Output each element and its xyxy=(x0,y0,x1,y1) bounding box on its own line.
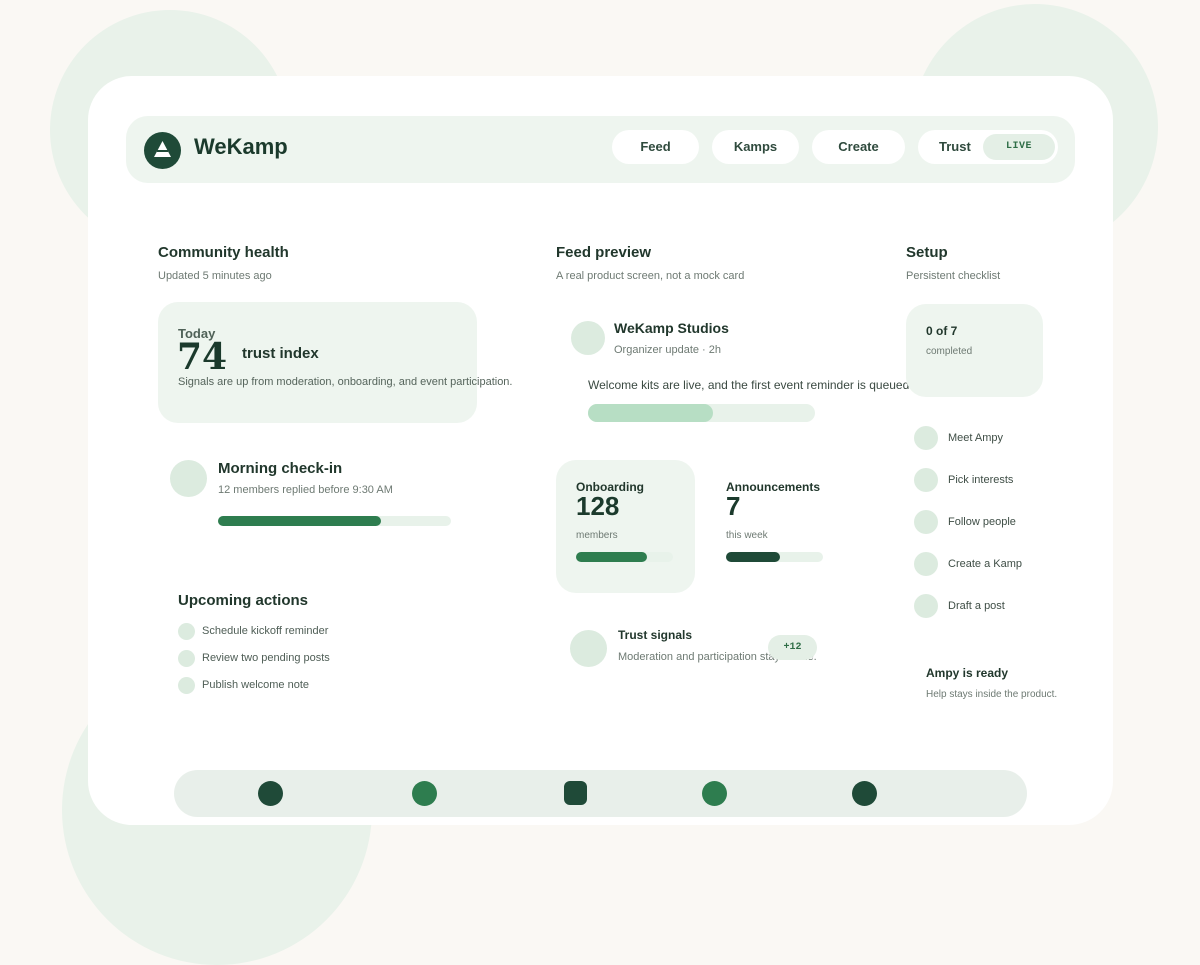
trust-signals-title: Trust signals xyxy=(618,628,693,642)
live-badge: LIVE xyxy=(983,134,1055,160)
top-navigation-bar: WeKamp Feed Kamps Create Trust LIVE xyxy=(126,116,1075,183)
setup-item-label: Draft a post xyxy=(948,600,1005,612)
trust-index-label: trust index xyxy=(242,345,319,362)
announcements-progress-fill xyxy=(726,552,781,562)
community-health-title: Community health xyxy=(158,244,289,261)
onboarding-stat-card: Onboarding 128 members xyxy=(556,460,695,593)
home-icon[interactable] xyxy=(258,781,283,806)
setup-checkbox[interactable] xyxy=(914,510,938,534)
brand-name: WeKamp xyxy=(194,134,288,159)
community-health-subtitle: Updated 5 minutes ago xyxy=(158,270,272,282)
nav-feed-button[interactable]: Feed xyxy=(612,130,699,164)
action-status-dot xyxy=(178,623,195,640)
trust-signals-avatar xyxy=(570,630,607,667)
setup-checkbox[interactable] xyxy=(914,468,938,492)
feed-preview-subtitle: A real product screen, not a mock card xyxy=(556,270,745,282)
trust-index-card: Today 74 trust index Signals are up from… xyxy=(158,302,513,423)
setup-checkbox[interactable] xyxy=(914,594,938,618)
onboarding-progress-fill xyxy=(576,552,647,562)
setup-item-pick-interests[interactable]: Pick interests xyxy=(914,468,1084,492)
setup-item-label: Create a Kamp xyxy=(948,558,1022,570)
setup-checkbox[interactable] xyxy=(914,552,938,576)
checkin-progress-fill xyxy=(218,516,382,526)
setup-checkbox[interactable] xyxy=(914,426,938,450)
nav-trust-label: Trust xyxy=(939,139,971,154)
trust-index-description: Signals are up from moderation, onboardi… xyxy=(178,376,513,388)
feed-preview-title: Feed preview xyxy=(556,244,652,261)
trust-signals-badge: +12 xyxy=(768,635,817,660)
action-status-dot xyxy=(178,677,195,694)
upcoming-actions-title: Upcoming actions xyxy=(178,592,309,609)
upcoming-action-label: Publish welcome note xyxy=(202,679,310,691)
nav-trust-button[interactable]: Trust LIVE xyxy=(918,130,1058,164)
setup-count: 0 of 7 xyxy=(926,324,958,338)
setup-item-draft-post[interactable]: Draft a post xyxy=(914,594,1084,618)
post-author[interactable]: WeKamp Studios xyxy=(614,320,729,336)
create-icon[interactable] xyxy=(702,781,727,806)
setup-item-follow-people[interactable]: Follow people xyxy=(914,510,1084,534)
ampy-ready-subtitle: Help stays inside the product. xyxy=(926,689,1058,700)
post-body: Welcome kits are live, and the first eve… xyxy=(588,378,910,392)
feed-icon[interactable] xyxy=(412,781,437,806)
upcoming-action-label: Review two pending posts xyxy=(202,652,330,664)
wekamp-logo-icon[interactable] xyxy=(144,132,181,169)
upcoming-action-label: Schedule kickoff reminder xyxy=(202,625,329,637)
morning-checkin-subtitle: 12 members replied before 9:30 AM xyxy=(218,484,393,496)
setup-item-label: Meet Ampy xyxy=(948,432,1004,444)
onboarding-value: 128 xyxy=(576,491,620,521)
post-meta: Organizer update · 2h xyxy=(614,344,722,356)
announcements-unit: this week xyxy=(726,530,768,541)
checkin-avatar xyxy=(170,460,207,497)
author-avatar[interactable] xyxy=(571,321,605,355)
post-progress-bar xyxy=(588,404,815,422)
nav-create-button[interactable]: Create xyxy=(812,130,905,164)
setup-progress-card: 0 of 7 completed xyxy=(906,304,1043,397)
setup-title: Setup xyxy=(906,244,948,261)
setup-count-label: completed xyxy=(926,346,973,357)
onboarding-progress-bar xyxy=(576,552,673,562)
setup-item-label: Follow people xyxy=(948,516,1016,528)
trust-index-value: 74 xyxy=(177,336,228,378)
setup-item-label: Pick interests xyxy=(948,474,1014,486)
profile-icon[interactable] xyxy=(852,781,877,806)
setup-item-meet-ampy[interactable]: Meet Ampy xyxy=(914,426,1084,450)
app-window: WeKamp Feed Kamps Create Trust LIVE Comm… xyxy=(88,76,1113,825)
ampy-ready-title: Ampy is ready xyxy=(926,666,1009,680)
announcements-progress-bar xyxy=(726,552,823,562)
setup-item-create-kamp[interactable]: Create a Kamp xyxy=(914,552,1084,576)
onboarding-unit: members xyxy=(576,530,618,541)
bottom-navigation-bar xyxy=(174,770,1027,817)
nav-kamps-button[interactable]: Kamps xyxy=(712,130,799,164)
morning-checkin-title: Morning check-in xyxy=(218,460,343,477)
setup-subtitle: Persistent checklist xyxy=(906,270,1001,282)
announcements-value: 7 xyxy=(726,491,741,521)
kamps-icon[interactable] xyxy=(564,781,587,805)
action-status-dot xyxy=(178,650,195,667)
post-progress-fill xyxy=(588,404,713,422)
checkin-progress-bar xyxy=(218,516,451,526)
